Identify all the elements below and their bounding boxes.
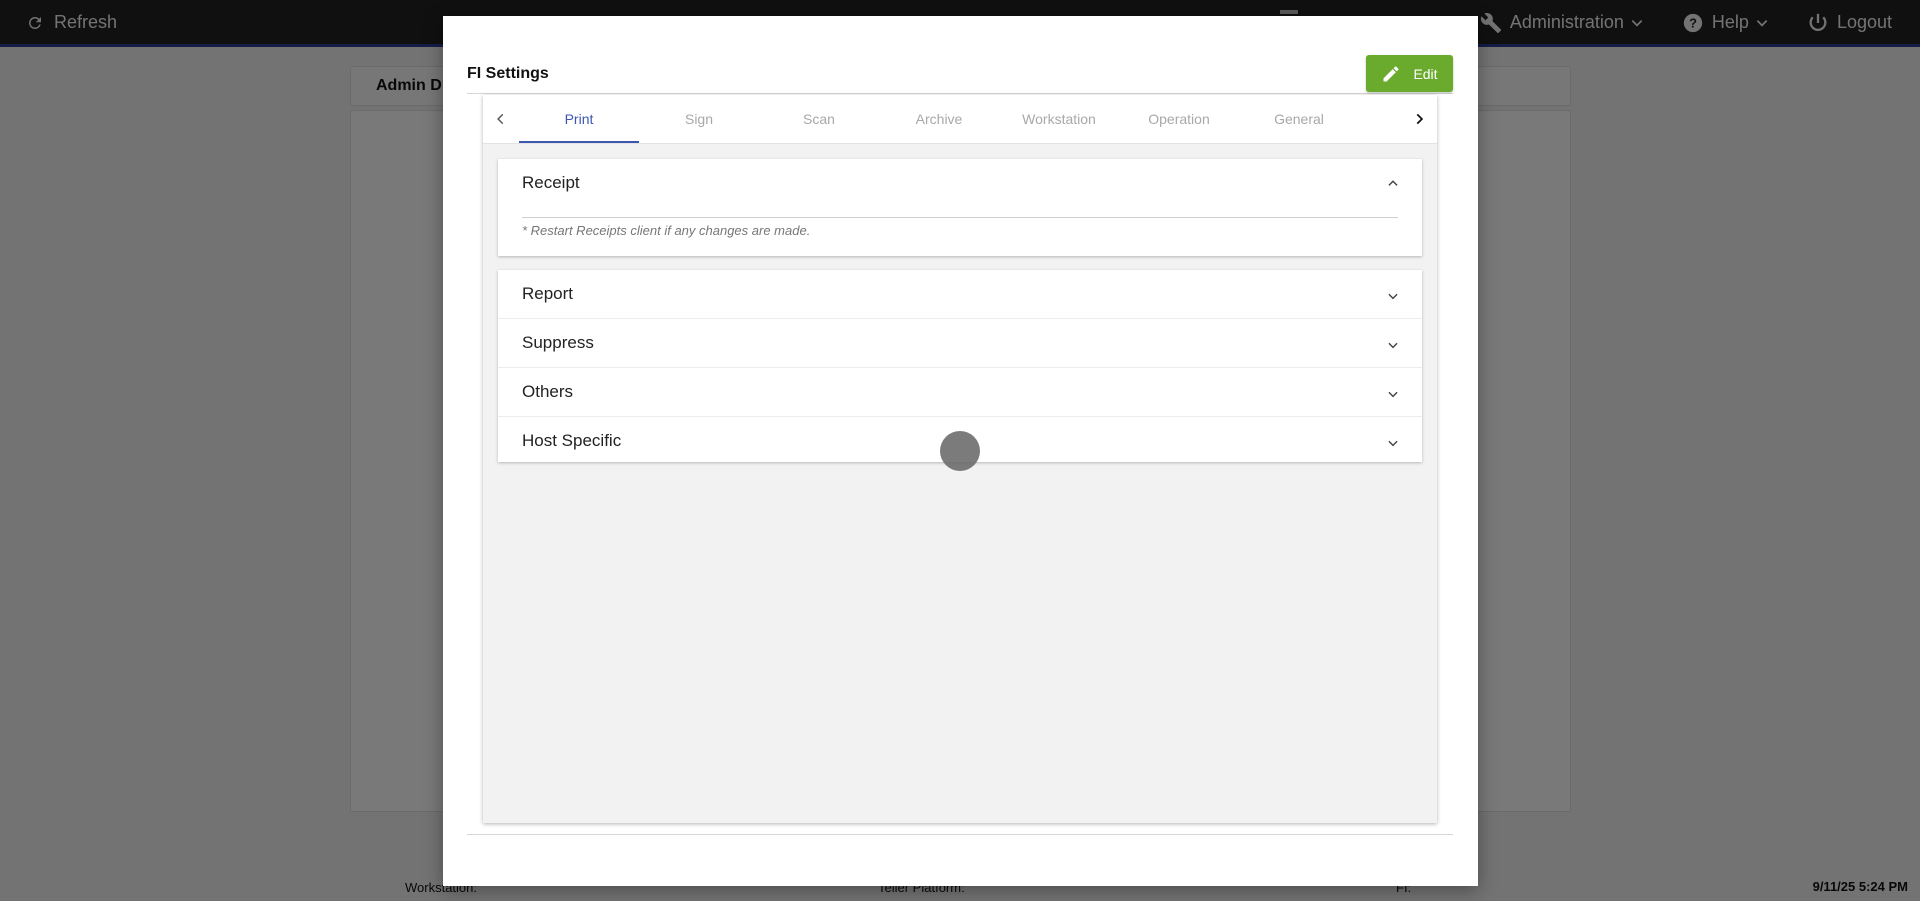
dialog-header: FI Settings Edit xyxy=(467,32,1453,94)
dialog-footer-divider xyxy=(467,834,1453,835)
settings-tab-bar: Print Sign Scan Archive Workstation Oper… xyxy=(483,95,1437,144)
section-host-specific-label: Host Specific xyxy=(522,431,622,450)
tab-workstation[interactable]: Workstation xyxy=(999,95,1119,143)
edit-label: Edit xyxy=(1413,65,1438,82)
tab-print[interactable]: Print xyxy=(519,95,639,143)
section-others-label: Others xyxy=(522,382,574,401)
section-suppress-label: Suppress xyxy=(522,333,594,352)
chevron-down-icon xyxy=(1386,289,1400,303)
tab-scroll-right-button[interactable] xyxy=(1401,95,1437,143)
receipt-panel-header[interactable]: Receipt xyxy=(498,159,1422,207)
chevron-down-icon xyxy=(1386,387,1400,401)
tab-general[interactable]: General xyxy=(1239,95,1359,143)
chevron-right-icon xyxy=(1416,113,1424,125)
tab-sign[interactable]: Sign xyxy=(639,95,759,143)
tab-archive[interactable]: Archive xyxy=(879,95,999,143)
section-suppress[interactable]: Suppress xyxy=(498,319,1422,368)
chevron-up-icon xyxy=(1386,176,1400,190)
mouse-cursor-indicator xyxy=(940,431,980,471)
section-others[interactable]: Others xyxy=(498,368,1422,417)
tab-scroll-left-button[interactable] xyxy=(483,95,519,143)
chevron-left-icon xyxy=(497,113,504,125)
dialog-title: FI Settings xyxy=(467,65,549,82)
section-report[interactable]: Report xyxy=(498,270,1422,319)
receipt-divider xyxy=(522,217,1398,218)
pencil-icon xyxy=(1383,65,1399,81)
tab-list: Print Sign Scan Archive Workstation Oper… xyxy=(519,95,1401,143)
edit-button[interactable]: Edit xyxy=(1366,55,1453,92)
section-report-label: Report xyxy=(522,284,574,303)
chevron-down-icon xyxy=(1386,436,1400,450)
receipt-title: Receipt xyxy=(522,173,580,192)
tab-operation[interactable]: Operation xyxy=(1119,95,1239,143)
chevron-down-icon xyxy=(1386,338,1400,352)
tab-scan[interactable]: Scan xyxy=(759,95,879,143)
tab-truncated[interactable]: F xyxy=(1359,95,1401,143)
receipt-panel: Receipt * Restart Receipts client if any… xyxy=(498,159,1422,256)
receipt-note: * Restart Receipts client if any changes… xyxy=(522,223,811,238)
